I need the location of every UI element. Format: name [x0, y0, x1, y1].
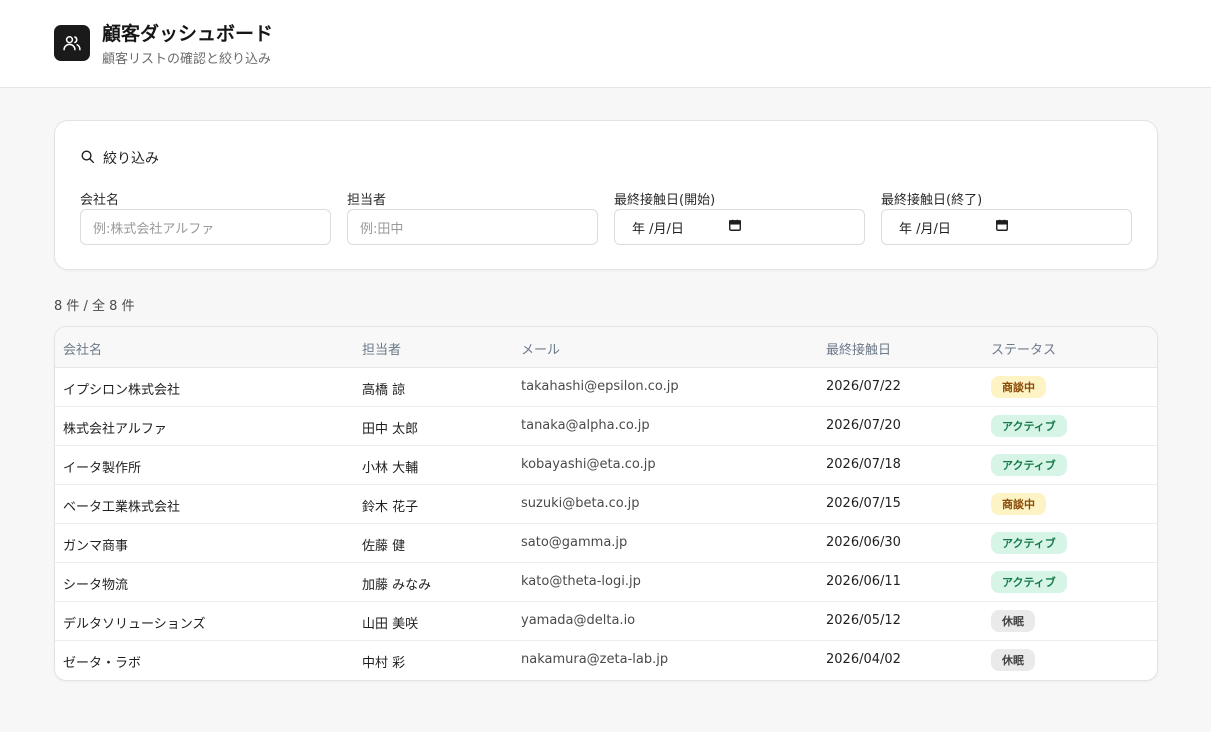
table-row[interactable]: ベータ工業株式会社 鈴木 花子 suzuki@beta.co.jp 2026/0… [55, 485, 1157, 524]
column-header-rep[interactable]: 担当者 [362, 339, 401, 358]
table-row[interactable]: シータ物流 加藤 みなみ kato@theta-logi.jp 2026/06/… [55, 563, 1157, 602]
filter-heading: 絞り込み [80, 148, 159, 168]
page-subtitle: 顧客リストの確認と絞り込み [102, 52, 272, 67]
date-from-filter: 最終接触日(開始) 年 /月/日 [614, 189, 865, 245]
cell-rep: 中村 彩 [362, 656, 406, 671]
cell-rep: 高橋 諒 [362, 383, 406, 398]
table-row[interactable]: ゼータ・ラボ 中村 彩 nakamura@zeta-lab.jp 2026/04… [55, 641, 1157, 680]
cell-last-contact: 2026/06/30 [826, 535, 901, 550]
table-row[interactable]: デルタソリューションズ 山田 美咲 yamada@delta.io 2026/0… [55, 602, 1157, 641]
column-header-company[interactable]: 会社名 [63, 339, 102, 358]
cell-rep: 山田 美咲 [362, 617, 419, 632]
cell-email: yamada@delta.io [521, 613, 636, 628]
date-from-value: 年 /月/日 [632, 221, 684, 237]
status-badge: 休眠 [991, 610, 1035, 632]
cell-last-contact: 2026/07/15 [826, 496, 901, 511]
page-title: 顧客ダッシュボード [102, 23, 274, 45]
rep-filter: 担当者 例:田中 [347, 189, 598, 245]
cell-last-contact: 2026/07/20 [826, 418, 901, 433]
cell-rep: 佐藤 健 [362, 539, 406, 554]
filter-heading-label: 絞り込み [103, 151, 159, 167]
status-badge: アクティブ [991, 532, 1067, 554]
date-from-label: 最終接触日(開始) [614, 193, 716, 208]
cell-company: 株式会社アルファ [63, 422, 167, 437]
table-row[interactable]: イプシロン株式会社 高橋 諒 takahashi@epsilon.co.jp 2… [55, 368, 1157, 407]
date-to-filter: 最終接触日(終了) 年 /月/日 [881, 189, 1132, 245]
cell-last-contact: 2026/07/18 [826, 457, 901, 472]
date-from-input[interactable]: 年 /月/日 [614, 209, 865, 245]
cell-email: kato@theta-logi.jp [521, 574, 641, 589]
table-header: 会社名 担当者 メール 最終接触日 ステータス [55, 327, 1157, 368]
table-row[interactable]: ガンマ商事 佐藤 健 sato@gamma.jp 2026/06/30 アクティ… [55, 524, 1157, 563]
column-header-last-contact[interactable]: 最終接触日 [826, 339, 891, 358]
rep-filter-placeholder: 例:田中 [360, 221, 404, 237]
cell-company: ガンマ商事 [63, 539, 129, 554]
status-badge: アクティブ [991, 415, 1067, 437]
result-count: 8 件 / 全 8 件 [54, 299, 135, 314]
status-badge: アクティブ [991, 454, 1067, 476]
date-to-value: 年 /月/日 [899, 221, 951, 237]
status-badge: 商談中 [991, 376, 1046, 398]
cell-last-contact: 2026/07/22 [826, 379, 901, 394]
column-header-email[interactable]: メール [521, 339, 560, 358]
cell-rep: 加藤 みなみ [362, 578, 432, 593]
company-filter: 会社名 例:株式会社アルファ [80, 189, 331, 245]
cell-last-contact: 2026/04/02 [826, 652, 901, 667]
cell-company: イプシロン株式会社 [63, 383, 181, 398]
company-filter-label: 会社名 [80, 193, 120, 208]
cell-last-contact: 2026/05/12 [826, 613, 901, 628]
cell-email: nakamura@zeta-lab.jp [521, 652, 669, 667]
status-badge: 休眠 [991, 649, 1035, 671]
rep-filter-input[interactable]: 例:田中 [347, 209, 598, 245]
date-to-input[interactable]: 年 /月/日 [881, 209, 1132, 245]
cell-email: takahashi@epsilon.co.jp [521, 379, 679, 394]
status-badge: 商談中 [991, 493, 1046, 515]
column-header-status[interactable]: ステータス [991, 339, 1056, 358]
cell-rep: 鈴木 花子 [362, 500, 419, 515]
customer-table: 会社名 担当者 メール 最終接触日 ステータス イプシロン株式会社 高橋 諒 t… [54, 326, 1158, 681]
filter-panel: 絞り込み 会社名 例:株式会社アルファ 担当者 例:田中 最終接触日(開始) 年… [54, 120, 1158, 270]
table-row[interactable]: 株式会社アルファ 田中 太郎 tanaka@alpha.co.jp 2026/0… [55, 407, 1157, 446]
cell-rep: 田中 太郎 [362, 422, 419, 437]
cell-last-contact: 2026/06/11 [826, 574, 901, 589]
table-row[interactable]: イータ製作所 小林 大輔 kobayashi@eta.co.jp 2026/07… [55, 446, 1157, 485]
cell-company: シータ物流 [63, 578, 129, 593]
rep-filter-label: 担当者 [347, 193, 387, 208]
date-to-label: 最終接触日(終了) [881, 193, 983, 208]
cell-company: ゼータ・ラボ [63, 656, 142, 671]
cell-email: kobayashi@eta.co.jp [521, 457, 656, 472]
cell-email: sato@gamma.jp [521, 535, 628, 550]
status-badge: アクティブ [991, 571, 1067, 593]
cell-rep: 小林 大輔 [362, 461, 419, 476]
cell-company: デルタソリューションズ [63, 617, 206, 632]
app-header: 顧客ダッシュボード 顧客リストの確認と絞り込み [0, 0, 1211, 88]
search-icon [80, 149, 95, 168]
company-filter-placeholder: 例:株式会社アルファ [93, 221, 215, 237]
cell-company: イータ製作所 [63, 461, 142, 476]
cell-company: ベータ工業株式会社 [63, 500, 181, 515]
company-filter-input[interactable]: 例:株式会社アルファ [80, 209, 331, 245]
calendar-icon[interactable] [995, 218, 1009, 236]
users-icon [54, 25, 90, 61]
cell-email: suzuki@beta.co.jp [521, 496, 640, 511]
calendar-icon[interactable] [728, 218, 742, 236]
cell-email: tanaka@alpha.co.jp [521, 418, 650, 433]
